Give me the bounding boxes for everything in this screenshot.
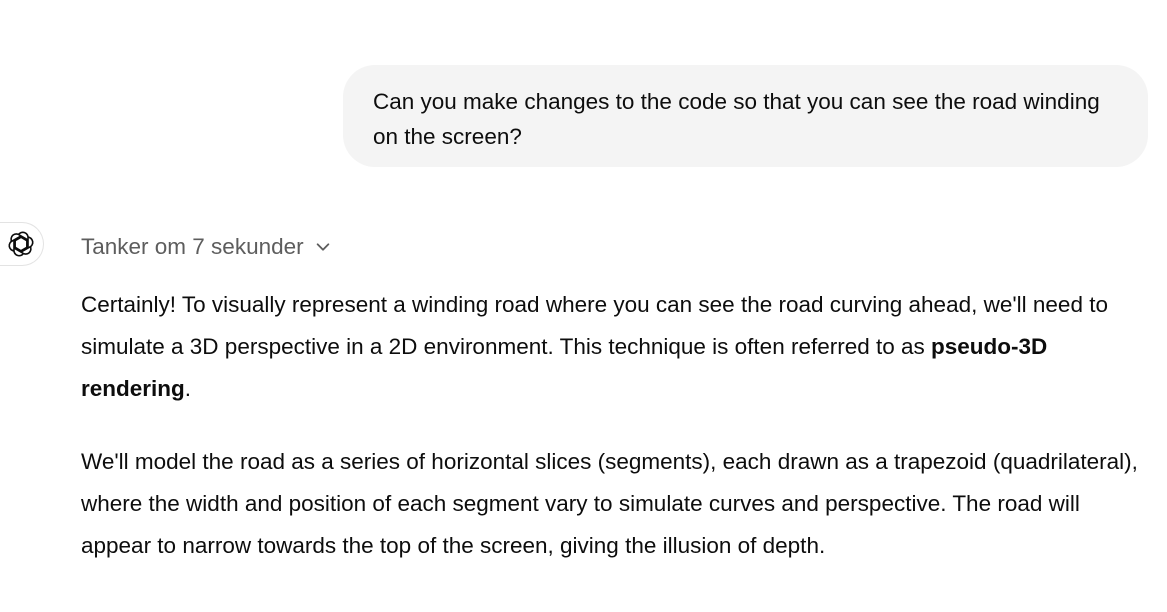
chatgpt-logo-icon bbox=[8, 231, 33, 257]
assistant-message: Certainly! To visually represent a windi… bbox=[81, 284, 1151, 598]
assistant-avatar bbox=[0, 222, 44, 266]
user-message-bubble: Can you make changes to the code so that… bbox=[343, 65, 1148, 167]
paragraph-1-end: . bbox=[184, 376, 192, 401]
thought-duration-label: Tanker om 7 sekunder bbox=[81, 234, 304, 259]
user-message-text: Can you make changes to the code so that… bbox=[373, 89, 1100, 149]
assistant-paragraph-1: Certainly! To visually represent a windi… bbox=[81, 284, 1151, 410]
chat-page: Can you make changes to the code so that… bbox=[0, 0, 1167, 612]
assistant-paragraph-2: We'll model the road as a series of hori… bbox=[81, 449, 1138, 558]
chevron-down-icon bbox=[316, 243, 329, 251]
thought-duration-toggle[interactable]: Tanker om 7 sekunder bbox=[81, 231, 332, 263]
